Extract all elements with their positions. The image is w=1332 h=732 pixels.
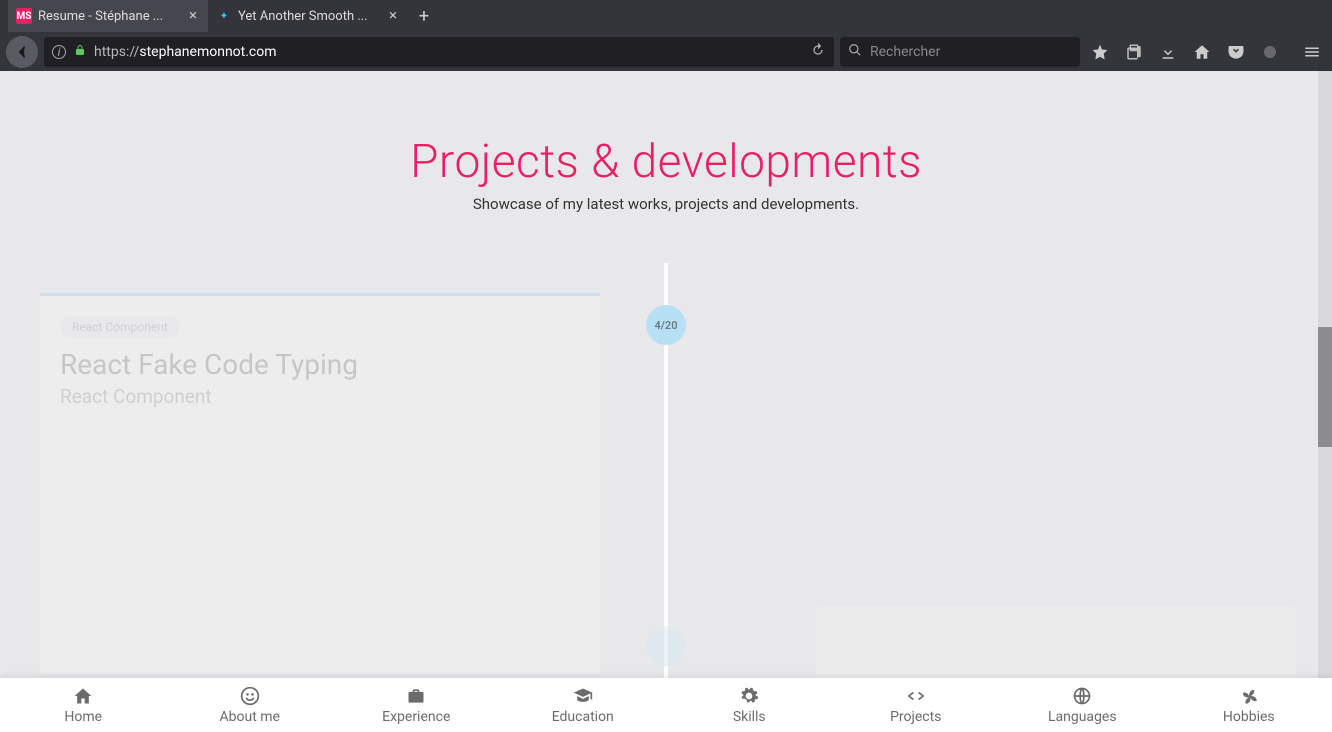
nav-label: Home — [64, 709, 102, 725]
page-content: Projects & developments Showcase of my l… — [0, 71, 1332, 732]
close-icon[interactable]: × — [186, 9, 200, 23]
tab-favicon: ✦ — [216, 8, 232, 24]
nav-label: Education — [552, 709, 614, 725]
page-title: Projects & developments — [0, 135, 1332, 189]
info-icon[interactable]: i — [52, 45, 66, 59]
timeline-dot — [646, 626, 686, 666]
tab-bar: MS Resume - Stéphane ... × ✦ Yet Another… — [0, 0, 1332, 32]
fan-icon — [1239, 686, 1259, 706]
page-subtitle: Showcase of my latest works, projects an… — [0, 195, 1332, 213]
bottom-nav: Home About me Experience Education Skill… — [0, 678, 1332, 732]
card-subtitle: React Component — [60, 385, 600, 408]
url-bar[interactable]: i https://stephanemonnot.com — [44, 37, 834, 67]
home-icon — [73, 686, 93, 706]
timeline-dot: 4/20 — [646, 305, 686, 345]
nav-label: Hobbies — [1223, 709, 1275, 725]
nav-label: Languages — [1048, 709, 1117, 725]
nav-projects[interactable]: Projects — [833, 678, 1000, 732]
gear-icon — [739, 686, 759, 706]
nav-hobbies[interactable]: Hobbies — [1166, 678, 1332, 732]
education-icon — [573, 686, 593, 706]
nav-education[interactable]: Education — [500, 678, 667, 732]
bookmark-star-icon[interactable] — [1086, 38, 1114, 66]
tab-favicon: MS — [16, 8, 32, 24]
card-accent-bar — [40, 293, 600, 296]
face-icon — [240, 686, 260, 706]
card-title: React Fake Code Typing — [60, 348, 600, 381]
download-icon[interactable] — [1154, 38, 1182, 66]
project-card[interactable]: React Component React Fake Code Typing R… — [40, 293, 600, 673]
briefcase-icon — [406, 686, 426, 706]
browser-tab-1[interactable]: ✦ Yet Another Smooth ... × — [208, 0, 408, 32]
nav-about[interactable]: About me — [167, 678, 334, 732]
nav-label: Experience — [382, 709, 450, 725]
hero: Projects & developments Showcase of my l… — [0, 71, 1332, 213]
tab-title: Resume - Stéphane ... — [38, 9, 180, 24]
scrollbar-thumb[interactable] — [1318, 327, 1332, 447]
addon-icon[interactable] — [1256, 38, 1284, 66]
search-icon — [848, 43, 862, 61]
code-icon — [906, 686, 926, 706]
url-text: https://stephanemonnot.com — [94, 44, 802, 60]
nav-skills[interactable]: Skills — [666, 678, 833, 732]
clipboard-icon[interactable] — [1120, 38, 1148, 66]
reload-icon[interactable] — [810, 42, 826, 62]
search-bar[interactable]: Rechercher — [840, 37, 1080, 67]
close-icon[interactable]: × — [386, 9, 400, 23]
project-card[interactable] — [816, 607, 1296, 677]
nav-label: About me — [220, 709, 280, 725]
browser-chrome: MS Resume - Stéphane ... × ✦ Yet Another… — [0, 0, 1332, 71]
pocket-icon[interactable] — [1222, 38, 1250, 66]
nav-home[interactable]: Home — [0, 678, 167, 732]
browser-tab-0[interactable]: MS Resume - Stéphane ... × — [8, 0, 208, 32]
nav-languages[interactable]: Languages — [999, 678, 1166, 732]
new-tab-button[interactable]: + — [408, 0, 440, 32]
toolbar: i https://stephanemonnot.com Rechercher — [0, 32, 1332, 71]
lock-icon — [74, 44, 86, 60]
globe-icon — [1072, 686, 1092, 706]
nav-label: Projects — [890, 709, 941, 725]
home-icon[interactable] — [1188, 38, 1216, 66]
nav-experience[interactable]: Experience — [333, 678, 500, 732]
search-placeholder: Rechercher — [870, 44, 940, 60]
menu-icon[interactable] — [1298, 38, 1326, 66]
tab-title: Yet Another Smooth ... — [238, 9, 380, 24]
timeline-dot-label: 4/20 — [654, 319, 677, 332]
back-button[interactable] — [6, 36, 38, 68]
nav-label: Skills — [733, 709, 766, 725]
card-chip: React Component — [60, 316, 180, 338]
